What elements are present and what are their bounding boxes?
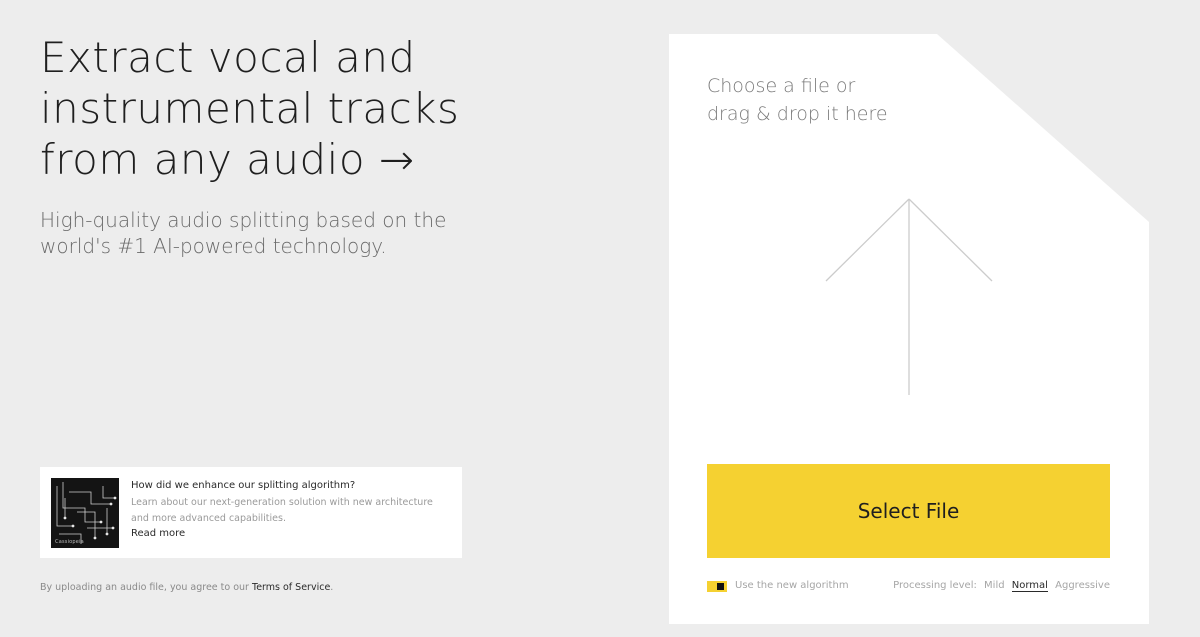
subline-line-1: High-quality audio splitting based on th… [40, 208, 447, 232]
headline-line-3: from any audio → [40, 135, 415, 184]
processing-options: Use the new algorithm Processing level: … [707, 580, 1110, 596]
promo-description: Learn about our next-generation solution… [131, 495, 461, 527]
hero-headline: Extract vocal and instrumental tracks fr… [40, 32, 600, 185]
promo-card[interactable]: Cassiopeia How did we enhance our splitt… [40, 467, 462, 558]
promo-title: How did we enhance our splitting algorit… [131, 480, 356, 491]
toggle-knob [717, 583, 724, 590]
terms-notice: By uploading an audio file, you agree to… [40, 582, 333, 593]
level-option-normal[interactable]: Normal [1011, 580, 1048, 592]
select-file-button[interactable]: Select File [707, 464, 1110, 558]
file-drop-zone[interactable]: Choose a file or drag & drop it here Sel… [669, 34, 1149, 624]
drop-prompt: Choose a file or drag & drop it here [707, 72, 947, 128]
terms-of-service-link[interactable]: Terms of Service [252, 582, 330, 593]
read-more-link[interactable]: Read more [131, 528, 185, 539]
drop-prompt-line-1: Choose a file or [707, 75, 856, 97]
headline-line-2: instrumental tracks [40, 84, 460, 133]
drop-prompt-line-2: drag & drop it here [707, 103, 888, 125]
hero-subline: High-quality audio splitting based on th… [40, 207, 510, 259]
promo-thumb-caption: Cassiopeia [55, 539, 84, 545]
new-algorithm-toggle[interactable] [707, 581, 727, 592]
promo-body-line-2: and more advanced capabilities. [131, 513, 286, 524]
headline-line-1: Extract vocal and [40, 33, 416, 82]
level-option-aggressive[interactable]: Aggressive [1055, 580, 1110, 591]
circuit-icon [56, 482, 117, 544]
promo-body-line-1: Learn about our next-generation solution… [131, 497, 433, 508]
upload-arrow-icon [825, 198, 993, 395]
terms-suffix: . [330, 582, 334, 593]
subline-line-2: world's #1 AI-powered technology. [40, 234, 387, 258]
processing-level-selector: Processing level: Mild Normal Aggressive [889, 580, 1110, 592]
new-algorithm-label: Use the new algorithm [735, 580, 849, 591]
processing-level-label: Processing level: [893, 580, 977, 591]
terms-prefix: By uploading an audio file, you agree to… [40, 582, 252, 593]
promo-thumbnail: Cassiopeia [51, 478, 119, 548]
level-option-mild[interactable]: Mild [984, 580, 1005, 591]
